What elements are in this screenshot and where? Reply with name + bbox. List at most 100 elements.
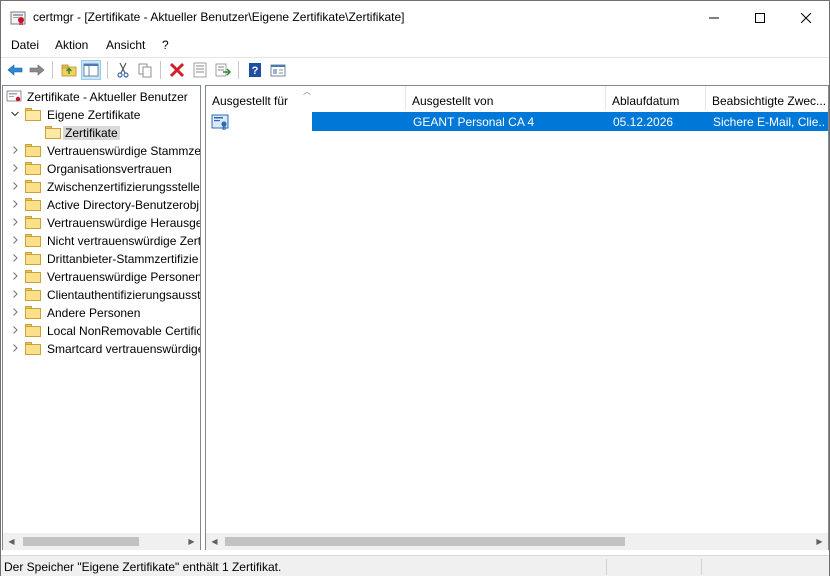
scroll-thumb[interactable] xyxy=(225,537,625,546)
svg-text:?: ? xyxy=(252,65,259,77)
delete-button[interactable] xyxy=(167,60,187,80)
scroll-thumb[interactable] xyxy=(23,537,139,546)
chevron-right-icon[interactable] xyxy=(10,307,20,319)
export-list-button[interactable] xyxy=(213,60,233,80)
list-horizontal-scrollbar[interactable]: ◀ ▶ xyxy=(206,533,828,550)
tree-item-organisationsvertrauen[interactable]: Organisationsvertrauen xyxy=(3,160,200,178)
tree-item-label: Nicht vertrauenswürdige Zert xyxy=(47,234,201,248)
back-icon xyxy=(7,64,23,76)
menu-bar: Datei Aktion Ansicht ? xyxy=(1,35,829,56)
chevron-right-icon[interactable] xyxy=(10,235,20,247)
tree-item-label: Eigene Zertifikate xyxy=(47,108,141,122)
help-button[interactable]: ? xyxy=(245,60,265,80)
tree-horizontal-scrollbar[interactable]: ◀ ▶ xyxy=(3,533,200,550)
forward-button[interactable] xyxy=(27,60,47,80)
tree-item-label: Zwischenzertifizierungsstellen xyxy=(47,180,201,194)
tree-item-label: Drittanbieter-Stammzertifizie xyxy=(47,252,199,266)
export-list-icon xyxy=(215,63,231,77)
cut-icon xyxy=(117,62,129,78)
tree-item-smartcard-vertrauenswürdige[interactable]: Smartcard vertrauenswürdige xyxy=(3,340,200,358)
maximize-icon xyxy=(755,12,765,23)
tree-item-active-directory-benutzerobj[interactable]: Active Directory-Benutzerobj xyxy=(3,196,200,214)
scroll-left-icon[interactable]: ◀ xyxy=(206,533,223,550)
tree-item-vertrauenswürdige-personen[interactable]: Vertrauenswürdige Personen xyxy=(3,268,200,286)
chevron-right-icon[interactable] xyxy=(10,325,20,337)
close-button[interactable] xyxy=(783,1,829,34)
tree-item-andere-personen[interactable]: Andere Personen xyxy=(3,304,200,322)
console-view-icon xyxy=(270,64,286,77)
minimize-button[interactable] xyxy=(691,1,737,34)
column-header-issued-by-label: Ausgestellt von xyxy=(412,94,494,108)
tree-item-label: Organisationsvertrauen xyxy=(47,162,172,176)
chevron-right-icon[interactable] xyxy=(10,343,20,355)
sort-ascending-icon: ︿ xyxy=(303,87,311,96)
chevron-right-icon[interactable] xyxy=(10,271,20,283)
up-folder-button[interactable] xyxy=(59,60,79,80)
chevron-right-icon[interactable] xyxy=(10,199,20,211)
chevron-right-icon[interactable] xyxy=(10,181,20,193)
tree-item-zertifikate[interactable]: Zertifikate xyxy=(3,124,200,142)
certmgr-window: certmgr - [Zertifikate - Aktueller Benut… xyxy=(0,0,830,576)
tree-item-zwischenzertifizierungsstellen[interactable]: Zwischenzertifizierungsstellen xyxy=(3,178,201,196)
folder-icon xyxy=(25,270,41,284)
tree-item-label: Clientauthentifizierungsausst xyxy=(47,288,201,302)
copy-icon xyxy=(138,63,152,78)
tree-item-label: Zertifikate xyxy=(63,126,120,140)
tree-item-nicht-vertrauenswürdige-zert[interactable]: Nicht vertrauenswürdige Zert xyxy=(3,232,201,250)
column-header-expiration-label: Ablaufdatum xyxy=(612,94,680,108)
folder-icon xyxy=(25,252,41,266)
menu-aktion[interactable]: Aktion xyxy=(55,38,88,52)
scroll-left-icon[interactable]: ◀ xyxy=(3,533,20,550)
column-header-issued-by[interactable]: Ausgestellt von xyxy=(406,86,606,110)
help-icon: ? xyxy=(249,63,261,77)
scroll-right-icon[interactable]: ▶ xyxy=(183,533,200,550)
properties-button[interactable] xyxy=(190,60,210,80)
tree-item-vertrauenswürdige-herausgeb[interactable]: Vertrauenswürdige Herausgeb xyxy=(3,214,201,232)
certmgr-app-icon[interactable] xyxy=(10,10,26,26)
cell-issued-by: GEANT Personal CA 4 xyxy=(413,115,535,129)
tree-item-label: Active Directory-Benutzerobj xyxy=(47,198,200,212)
tree-root[interactable]: Zertifikate - Aktueller Benutzer xyxy=(3,88,200,106)
chevron-right-icon[interactable] xyxy=(10,217,20,229)
cell-purposes: Sichere E-Mail, Clie... xyxy=(713,115,825,129)
copy-button[interactable] xyxy=(135,60,155,80)
up-folder-icon xyxy=(61,64,77,77)
minimize-icon xyxy=(709,17,719,18)
menu-help[interactable]: ? xyxy=(162,38,169,52)
tree-item-vertrauenswürdige-stammzer[interactable]: Vertrauenswürdige Stammzer xyxy=(3,142,201,160)
column-header-purposes[interactable]: Beabsichtigte Zwec... xyxy=(706,86,828,110)
tree-item-drittanbieter-stammzertifizie[interactable]: Drittanbieter-Stammzertifizie xyxy=(3,250,200,268)
back-button[interactable] xyxy=(5,60,25,80)
column-header-expiration[interactable]: Ablaufdatum xyxy=(606,86,706,110)
tree-item-eigene-zertifikate[interactable]: Eigene Zertifikate xyxy=(3,106,200,124)
certificate-list-view[interactable]: Ausgestellt für ︿ Ausgestellt von Ablauf… xyxy=(205,85,829,550)
folder-open-icon xyxy=(25,108,41,122)
menu-datei[interactable]: Datei xyxy=(11,38,39,52)
delete-icon xyxy=(169,62,185,78)
chevron-right-icon[interactable] xyxy=(10,163,20,175)
console-tree[interactable]: Zertifikate - Aktueller Benutzer Eigene … xyxy=(2,85,201,550)
list-item[interactable]: GEANT Personal CA 4 05.12.2026 Sichere E… xyxy=(206,112,828,131)
toolbar-separator xyxy=(52,61,53,79)
tree-item-clientauthentifizierungsausst[interactable]: Clientauthentifizierungsausst xyxy=(3,286,201,304)
tree-item-label: Vertrauenswürdige Herausgeb xyxy=(47,216,201,230)
chevron-down-icon[interactable] xyxy=(10,109,20,121)
status-separator xyxy=(606,559,607,575)
maximize-button[interactable] xyxy=(737,1,783,34)
scroll-right-icon[interactable]: ▶ xyxy=(811,533,828,550)
chevron-right-icon[interactable] xyxy=(10,253,20,265)
tree-item-local-nonremovable-certific[interactable]: Local NonRemovable Certific xyxy=(3,322,200,340)
title-bar[interactable]: certmgr - [Zertifikate - Aktueller Benut… xyxy=(1,1,829,34)
cut-button[interactable] xyxy=(113,60,133,80)
chevron-right-icon[interactable] xyxy=(10,145,20,157)
menu-ansicht[interactable]: Ansicht xyxy=(106,38,145,52)
show-hide-tree-button[interactable] xyxy=(81,60,101,80)
chevron-right-icon[interactable] xyxy=(10,289,20,301)
folder-icon xyxy=(25,306,41,320)
folder-icon xyxy=(25,324,41,338)
status-separator xyxy=(701,559,702,575)
tree-item-label: Vertrauenswürdige Stammzer xyxy=(47,144,201,158)
console-view-button[interactable] xyxy=(268,60,288,80)
toolbar-separator xyxy=(160,61,161,79)
column-header-issued-to-label: Ausgestellt für xyxy=(212,94,289,108)
